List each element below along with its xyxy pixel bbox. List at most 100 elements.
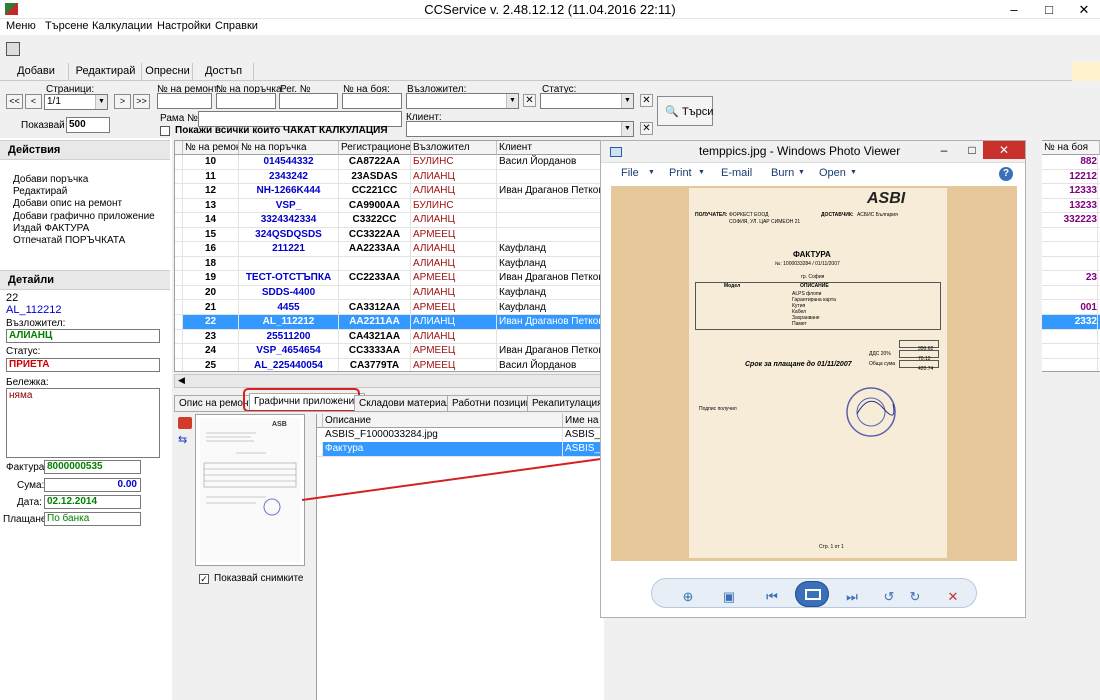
pv-menu-open[interactable]: Open [819, 167, 846, 179]
attachment-thumbnail[interactable]: ASB [195, 414, 305, 566]
pv-menu-print[interactable]: Print [669, 167, 692, 179]
table-row[interactable]: 21 4455 CA3312AA АРМЕЕЦ Кауфланд [175, 300, 601, 315]
help-icon[interactable]: ? [999, 167, 1013, 181]
refresh-button[interactable]: Опресни [143, 63, 193, 80]
grid-header-order-number[interactable]: № на поръчка [239, 141, 339, 155]
table-row[interactable]: 001 [1042, 300, 1100, 315]
table-row[interactable]: 2332 [1042, 315, 1100, 330]
page-select[interactable]: 1/1 ▼ [44, 94, 108, 110]
table-row[interactable]: 24 VSP_4654654 CC3333AA АРМЕЕЦ Иван Драганов… [175, 344, 601, 359]
order-number-input[interactable] [216, 93, 276, 109]
add-attachment-icon[interactable] [178, 417, 192, 429]
minimize-button[interactable]: – [1000, 0, 1028, 19]
edit-button[interactable]: Редактирай [70, 63, 142, 80]
table-row[interactable]: 12333 [1042, 184, 1100, 199]
table-row[interactable]: 10 014544332 CA8722AA БУЛИНС Васил Йорданов [175, 155, 601, 170]
menu-item-settings[interactable]: Настройки [157, 20, 211, 32]
add-graphic-attachment-link[interactable]: Добави графично приложение [13, 211, 155, 222]
table-row[interactable]: 14 3324342334 C3322CC АЛИАНЦ [175, 213, 601, 228]
table-row[interactable] [1042, 242, 1100, 257]
prev-page-button[interactable]: < [25, 94, 42, 109]
table-row[interactable]: 15 324QSDQSDS CC3322AA АРМЕЕЦ [175, 227, 601, 243]
rotate-clockwise-icon[interactable]: ↻ [905, 588, 925, 606]
paint-number-input[interactable] [342, 93, 402, 109]
zoom-icon[interactable]: ⊕ [675, 588, 701, 606]
table-row[interactable] [1042, 285, 1100, 301]
show-thumbs-checkbox[interactable]: ✓ [199, 574, 209, 584]
grid-header-reg-number[interactable]: Регистрационен № [339, 141, 411, 155]
tab-recapitulation[interactable]: Рекапитулация [527, 395, 602, 412]
menu-item-search[interactable]: Търсене [45, 20, 89, 32]
table-row[interactable]: 16 211221 AA2233AA АЛИАНЦ Кауфланд [175, 242, 601, 257]
table-row[interactable] [1042, 329, 1100, 345]
shown-count-input[interactable]: 500 [66, 117, 110, 133]
reg-number-input[interactable] [279, 93, 338, 109]
table-row[interactable]: 12 NH-1266K444 CC221CC АЛИАНЦ Иван Драганов … [175, 184, 601, 199]
issue-invoice-link[interactable]: Издай ФАКТУРА [13, 223, 89, 234]
print-icon[interactable] [6, 42, 20, 56]
pv-menu-file[interactable]: File [621, 167, 639, 179]
previous-image-button[interactable]: ⏮ [757, 588, 787, 606]
table-row[interactable]: 25 AL_225440054 CA3779TA АРМЕЕЦ Васил Йордан… [175, 358, 601, 371]
actual-size-icon[interactable]: ▣ [719, 588, 739, 606]
edit-link[interactable]: Редактирай [13, 186, 67, 197]
close-button[interactable]: ✕ [1070, 0, 1098, 19]
table-row[interactable]: 18 АЛИАНЦ Кауфланд [175, 256, 601, 272]
table-row[interactable] [1042, 227, 1100, 243]
pv-menu-email[interactable]: E-mail [721, 167, 752, 179]
scroll-left-icon[interactable]: ◀ [178, 375, 185, 386]
print-order-link[interactable]: Отпечатай ПОРЪЧКАТА [13, 235, 125, 246]
first-page-button[interactable]: << [6, 94, 23, 109]
maximize-button[interactable]: □ [1035, 0, 1063, 19]
table-row[interactable]: ▶ 22 AL_112212 AA2211AA АЛИАНЦ Иван Драганов … [175, 315, 601, 330]
menu-item-calculations[interactable]: Калкулации [92, 20, 152, 32]
search-button[interactable]: 🔍 Търси [657, 96, 713, 126]
delete-icon[interactable]: ✕ [943, 588, 963, 606]
table-row[interactable] [1042, 358, 1100, 371]
photo-viewer-close-button[interactable]: ✕ [983, 141, 1025, 159]
table-row[interactable]: 332223 [1042, 213, 1100, 228]
access-button[interactable]: Достъп [194, 63, 254, 80]
table-row[interactable]: 13 VSP_ CA9900AA БУЛИНС [175, 198, 601, 214]
show-all-checkbox[interactable] [160, 126, 170, 136]
rotate-counterclockwise-icon[interactable]: ↺ [879, 588, 899, 606]
contractor-select[interactable]: ▼ [406, 93, 519, 109]
grid-header-client[interactable]: Клиент [497, 141, 601, 155]
client-select[interactable]: ▼ [406, 121, 634, 137]
table-row[interactable]: 19 ТЕСТ-ОТСТЪПКА CC2233AA АРМЕЕЦ Иван Драган… [175, 271, 601, 286]
photo-viewer-minimize-button[interactable]: – [935, 143, 953, 157]
menu-item-reports[interactable]: Справки [215, 20, 258, 32]
transfer-attachment-icon[interactable]: ⇆ [178, 434, 192, 446]
attachments-header-filename[interactable]: Име на ф [563, 414, 605, 428]
attachment-row[interactable]: ASBIS_F1000033284.jpg ASBIS_F [317, 428, 605, 443]
table-row[interactable]: 23 [1042, 271, 1100, 286]
menu-item-menu[interactable]: Меню [6, 20, 36, 32]
table-row[interactable]: 882 [1042, 155, 1100, 170]
table-row[interactable]: 20 SDDS-4400 АЛИАНЦ Кауфланд [175, 285, 601, 301]
status-select[interactable]: ▼ [540, 93, 634, 109]
table-row[interactable] [1042, 344, 1100, 359]
clear-contractor-button[interactable]: ✕ [523, 94, 536, 107]
last-page-button[interactable]: >> [133, 94, 150, 109]
attachments-header-description[interactable]: Описание [323, 414, 563, 428]
next-image-button[interactable]: ⏭ [837, 588, 867, 606]
repair-number-input[interactable] [157, 93, 212, 109]
table-row[interactable]: 11 2343242 23ASDAS АЛИАНЦ [175, 169, 601, 185]
next-page-button[interactable]: > [114, 94, 131, 109]
table-row[interactable]: 23 25511200 CA4321AA АЛИАНЦ [175, 329, 601, 345]
add-repair-description-link[interactable]: Добави опис на ремонт [13, 198, 122, 209]
table-row[interactable] [1042, 256, 1100, 272]
table-row[interactable]: 13233 [1042, 198, 1100, 214]
clear-client-button[interactable]: ✕ [640, 122, 653, 135]
clear-status-button[interactable]: ✕ [640, 94, 653, 107]
add-order-link[interactable]: Добави поръчка [13, 174, 88, 185]
photo-viewer-maximize-button[interactable]: □ [963, 143, 981, 157]
grid-header-contractor[interactable]: Възложител [411, 141, 497, 155]
add-button[interactable]: Добави [4, 63, 69, 80]
pv-menu-burn[interactable]: Burn [771, 167, 794, 179]
slideshow-button[interactable] [795, 581, 829, 607]
horizontal-scrollbar[interactable]: ◀ [174, 374, 602, 388]
grid-header-repair-number[interactable]: № на ремонт [183, 141, 239, 155]
tab-work-positions[interactable]: Работни позиции [447, 395, 537, 412]
table-row[interactable]: 12212 [1042, 169, 1100, 185]
